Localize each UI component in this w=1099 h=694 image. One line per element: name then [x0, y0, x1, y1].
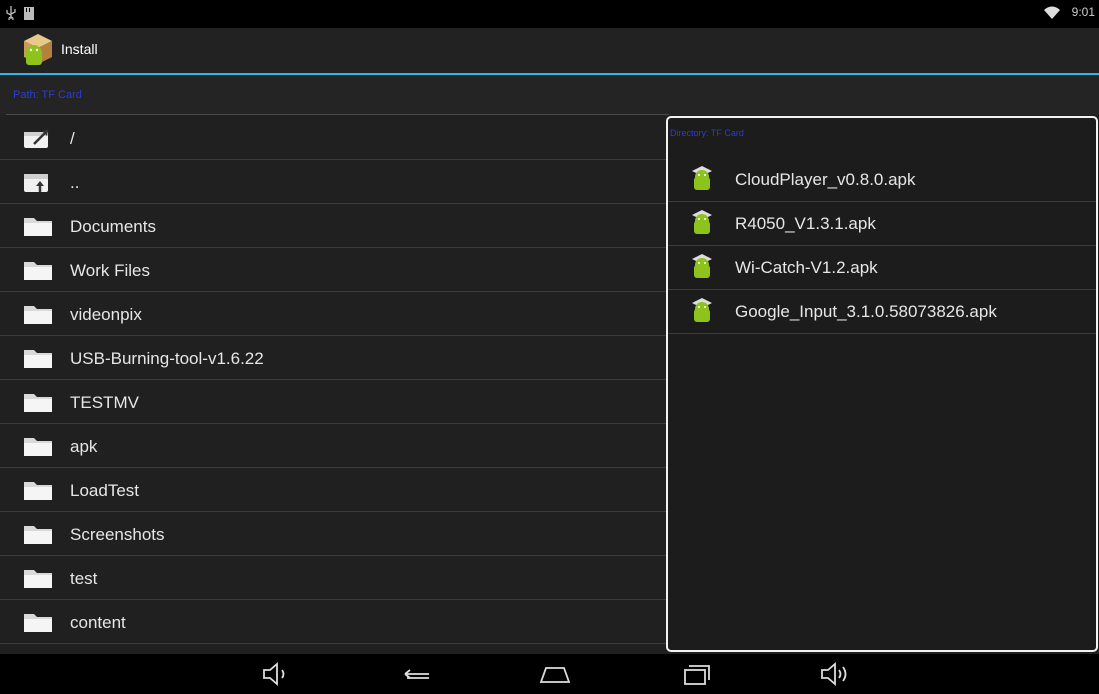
path-label: Path: TF Card — [13, 89, 82, 101]
list-item-label: .. — [70, 173, 80, 192]
parent-folder-icon — [24, 174, 48, 192]
wifi-icon — [1043, 6, 1060, 19]
list-item-label: Documents — [70, 217, 156, 236]
navigation-bar — [0, 654, 1099, 694]
list-item-label: Wi-Catch-V1.2.apk — [735, 258, 878, 277]
page-title: Install — [61, 41, 98, 57]
status-icons-left — [6, 6, 34, 20]
list-item[interactable]: Screenshots — [0, 512, 666, 556]
status-bar: 9:01 — [0, 0, 1099, 28]
back-icon[interactable] — [397, 660, 437, 688]
list-item[interactable]: apk — [0, 424, 666, 468]
list-item[interactable]: .. — [0, 160, 666, 204]
apk-dialog: Directory: TF Card CloudPlayer_v0.8.0.ap… — [666, 116, 1098, 652]
path-bar: Path: TF Card — [0, 75, 1099, 115]
list-item-label: Work Files — [70, 261, 150, 280]
list-item[interactable]: / — [0, 116, 666, 160]
list-item[interactable]: test — [0, 556, 666, 600]
dialog-title: Directory: TF Card — [670, 128, 744, 138]
list-item[interactable]: CloudPlayer_v0.8.0.apk — [668, 158, 1096, 202]
list-item[interactable]: Wi-Catch-V1.2.apk — [668, 246, 1096, 290]
folder-icon — [24, 526, 52, 544]
list-item-label: TESTMV — [70, 393, 139, 412]
list-item-label: apk — [70, 437, 98, 456]
home-icon[interactable] — [535, 660, 575, 688]
list-item[interactable]: Google_Input_3.1.0.58073826.apk — [668, 290, 1096, 334]
folder-icon — [24, 570, 52, 588]
folder-icon — [24, 614, 52, 632]
divider — [6, 114, 669, 115]
list-item[interactable]: USB-Burning-tool-v1.6.22 — [0, 336, 666, 380]
volume-down-icon[interactable] — [258, 660, 298, 688]
folder-icon — [24, 262, 52, 280]
list-item-label: Screenshots — [70, 525, 165, 544]
list-item[interactable]: Documents — [0, 204, 666, 248]
apk-package-icon — [692, 254, 712, 278]
list-item[interactable]: R4050_V1.3.1.apk — [668, 202, 1096, 246]
list-item-label: CloudPlayer_v0.8.0.apk — [735, 170, 916, 189]
list-item[interactable]: Work Files — [0, 248, 666, 292]
list-item-label: content — [70, 613, 126, 632]
folder-icon — [24, 438, 52, 456]
action-bar: Install — [0, 28, 1099, 73]
apk-package-icon — [692, 298, 712, 322]
list-item-label: R4050_V1.3.1.apk — [735, 214, 876, 233]
recent-apps-icon[interactable] — [676, 660, 716, 688]
folder-icon — [24, 482, 52, 500]
file-list[interactable]: / .. Documents Work Files videonpix USB-… — [0, 116, 666, 654]
usb-icon — [6, 6, 16, 20]
list-item[interactable]: LoadTest — [0, 468, 666, 512]
list-item-label: test — [70, 569, 98, 588]
folder-icon — [24, 350, 52, 368]
list-item-label: USB-Burning-tool-v1.6.22 — [70, 349, 264, 368]
volume-up-icon[interactable] — [816, 660, 856, 688]
apk-package-icon — [692, 210, 712, 234]
list-item-label: LoadTest — [70, 481, 139, 500]
root-folder-icon — [24, 129, 49, 148]
apk-list[interactable]: CloudPlayer_v0.8.0.apk R4050_V1.3.1.apk … — [668, 158, 1096, 334]
list-item-label: Google_Input_3.1.0.58073826.apk — [735, 302, 997, 321]
app-package-icon[interactable] — [20, 31, 56, 69]
list-item[interactable]: videonpix — [0, 292, 666, 336]
folder-icon — [24, 394, 52, 412]
apk-package-icon — [692, 166, 712, 190]
folder-icon — [24, 306, 52, 324]
list-item[interactable]: content — [0, 600, 666, 644]
list-item-label: / — [70, 129, 75, 148]
sd-card-icon — [24, 6, 34, 20]
list-item[interactable]: TESTMV — [0, 380, 666, 424]
folder-icon — [24, 218, 52, 236]
status-time: 9:01 — [1071, 5, 1095, 19]
list-item-label: videonpix — [70, 305, 142, 324]
